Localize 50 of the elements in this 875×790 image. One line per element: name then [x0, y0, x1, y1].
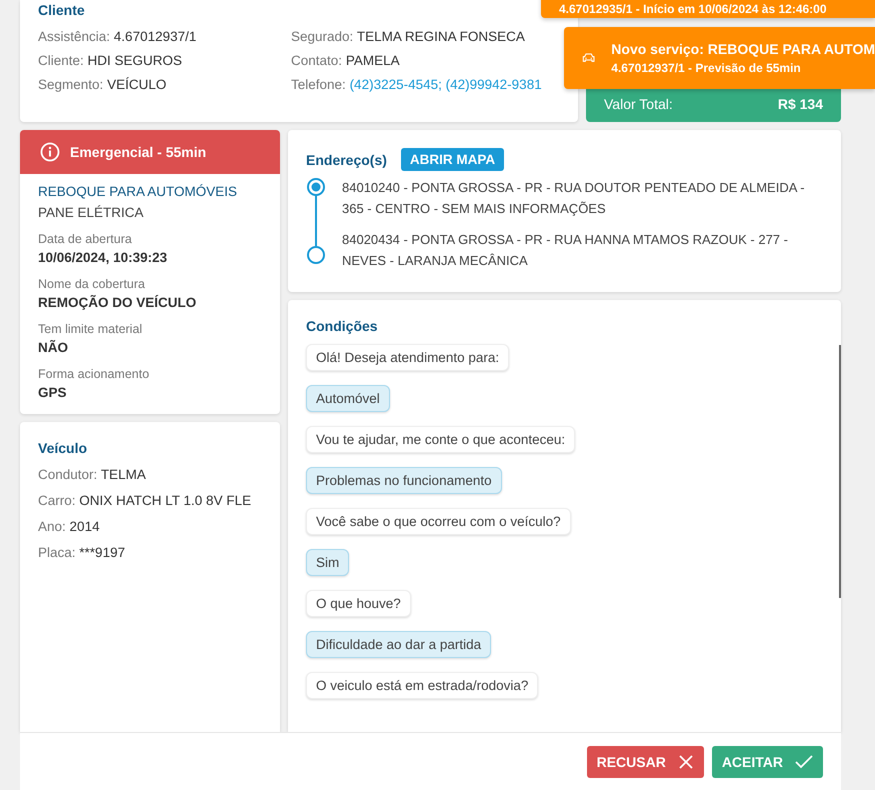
- detail-value: GPS: [38, 385, 68, 400]
- detail-label: Tem limite material: [38, 322, 144, 336]
- toast-title: Novo serviço: REBOQUE PARA AUTOM: [611, 41, 875, 57]
- detail-label: Nome da cobertura: [38, 277, 146, 291]
- close-icon: [678, 754, 694, 770]
- toast-subtitle: 4.67012935/1 - Início em 10/06/2024 às 12:46:00: [559, 2, 827, 16]
- question-bubble: Olá! Deseja atendimento para:: [306, 344, 510, 371]
- question-bubble: Você sabe o que ocorreu com o veículo?: [306, 508, 571, 535]
- detail-value: NÃO: [38, 340, 69, 355]
- accept-button[interactable]: ACEITAR: [712, 746, 823, 778]
- detail-label: Data de abertura: [38, 232, 133, 246]
- answer-bubble: Dificuldade ao dar a partida: [306, 631, 492, 658]
- toast-subtitle: 4.67012937/1 - Previsão de 55min: [611, 61, 802, 75]
- notification-toast[interactable]: Novo serviço: REBOQUE PARA AUTOM 4.67012937/1 - Previsão de 55min: [564, 27, 875, 89]
- question-bubble: Vou te ajudar, me conte o que aconteceu:: [306, 426, 576, 453]
- detail-value: 10/06/2024, 10:39:23: [38, 250, 168, 265]
- notification-toast[interactable]: 4.67012935/1 - Início em 10/06/2024 às 12:46:00: [541, 0, 875, 18]
- section-title: Cliente: [38, 2, 86, 18]
- answer-bubble: Sim: [306, 549, 350, 576]
- info-field: Telefone: (42)3225-4545; (42)99942-9381: [291, 77, 560, 92]
- info-field: Assistência: 4.67012937/1: [38, 29, 291, 44]
- total-label: Valor Total:: [604, 96, 673, 112]
- info-field: Cliente: HDI SEGUROS: [38, 53, 291, 68]
- total-value: R$ 134: [778, 96, 823, 112]
- urgency-text: Emergencial - 55min: [70, 144, 206, 160]
- question-bubble: O que houve?: [306, 590, 411, 617]
- answer-bubble: Automóvel: [306, 385, 390, 412]
- info-field: Placa: ***9197: [38, 545, 262, 560]
- service-name: REBOQUE PARA AUTOMÓVEIS: [38, 184, 238, 199]
- answer-bubble: Problemas no funcionamento: [306, 467, 502, 494]
- address-text: 84010240 - PONTA GROSSA - PR - RUA DOUTOR PENTEADO DE ALMEIDA - 365 - CENTRO - SEM MAIS INFORMAÇÕES: [342, 179, 806, 218]
- section-title: Condições: [306, 318, 379, 334]
- scrollbar[interactable]: [839, 345, 841, 598]
- info-field: Segmento: VEÍCULO: [38, 77, 291, 92]
- question-bubble: O veiculo está em estrada/rodovia?: [306, 672, 538, 699]
- info-field: Condutor: TELMA: [38, 467, 262, 482]
- reject-button[interactable]: RECUSAR: [586, 746, 704, 778]
- problem-text: PANE ELÉTRICA: [38, 205, 145, 220]
- info-icon: [40, 142, 60, 162]
- open-map-button[interactable]: ABRIR MAPA: [400, 148, 504, 171]
- detail-label: Forma acionamento: [38, 367, 150, 381]
- address-text: 84020434 - PONTA GROSSA - PR - RUA HANNA MTAMOS RAZOUK - 277 - NEVES - LARANJA MECÂNICA: [342, 231, 789, 270]
- check-icon: [795, 754, 813, 768]
- info-field: Ano: 2014: [38, 519, 262, 534]
- section-title: Veículo: [38, 440, 88, 456]
- info-field: Contato: PAMELA: [291, 53, 560, 68]
- info-field: Carro: ONIX HATCH LT 1.0 8V FLE: [38, 493, 262, 508]
- info-field: Segurado: TELMA REGINA FONSECA: [291, 29, 560, 44]
- detail-value: REMOÇÃO DO VEÍCULO: [38, 295, 198, 310]
- section-title: Endereço(s): [306, 152, 387, 168]
